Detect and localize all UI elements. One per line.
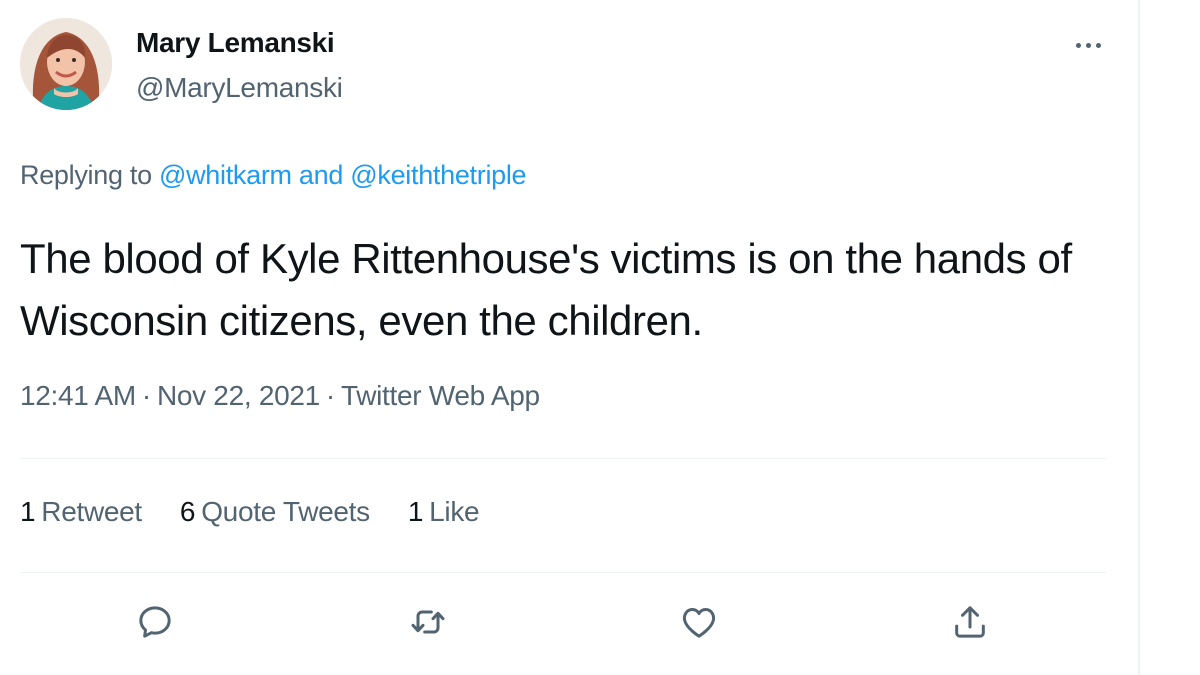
retweets-count: 1	[20, 496, 36, 527]
tweet-source[interactable]: Twitter Web App	[341, 380, 540, 411]
tweet-stats: 1 Retweet 6 Quote Tweets 1 Like	[20, 496, 480, 528]
quote-tweets-count: 6	[179, 496, 196, 527]
dot	[1095, 42, 1101, 48]
retweets-label: Retweet	[41, 496, 142, 527]
dot	[1075, 42, 1081, 48]
likes-label: Like	[429, 496, 480, 527]
tweet-text: The blood of Kyle Rittenhouse's victims …	[20, 235, 1072, 344]
share-button[interactable]	[948, 600, 992, 644]
author-display-name[interactable]: Mary Lemanski	[136, 27, 335, 59]
avatar-image	[20, 18, 112, 110]
replying-prefix: Replying to	[20, 160, 159, 190]
more-options-icon[interactable]	[1068, 30, 1108, 60]
reply-icon	[139, 606, 171, 638]
quote-tweets-stat[interactable]: 6 Quote Tweets	[180, 496, 370, 528]
tweet-meta: 12:41 AM · Nov 22, 2021 · Twitter Web App	[20, 380, 540, 412]
tweet-time[interactable]: 12:41 AM	[20, 380, 136, 411]
mention-link[interactable]: @whitkarm	[159, 160, 292, 190]
tweet-card: Mary Lemanski @MaryLemanski Replying to …	[0, 0, 1138, 675]
mention-link[interactable]: @keiththetriple	[350, 160, 526, 190]
column-border	[1138, 0, 1140, 675]
like-icon	[682, 608, 716, 638]
tweet-date[interactable]: Nov 22, 2021	[157, 380, 320, 411]
divider	[20, 458, 1106, 459]
replying-to: Replying to @whitkarm and @keiththetripl…	[20, 160, 527, 191]
dot	[1085, 42, 1091, 48]
retweets-stat[interactable]: 1 Retweet	[20, 496, 142, 528]
author-handle[interactable]: @MaryLemanski	[136, 72, 343, 104]
reply-button[interactable]	[133, 600, 177, 644]
replying-connector: and	[291, 160, 351, 190]
separator: ·	[141, 380, 151, 411]
likes-count: 1	[407, 496, 424, 527]
like-button[interactable]	[677, 600, 721, 644]
separator: ·	[325, 380, 335, 411]
quote-tweets-label: Quote Tweets	[201, 496, 370, 527]
retweet-button[interactable]	[406, 600, 450, 644]
divider	[20, 572, 1106, 573]
likes-stat[interactable]: 1 Like	[407, 496, 480, 528]
share-icon	[955, 606, 985, 638]
avatar[interactable]	[20, 18, 112, 110]
retweet-icon	[411, 610, 445, 634]
